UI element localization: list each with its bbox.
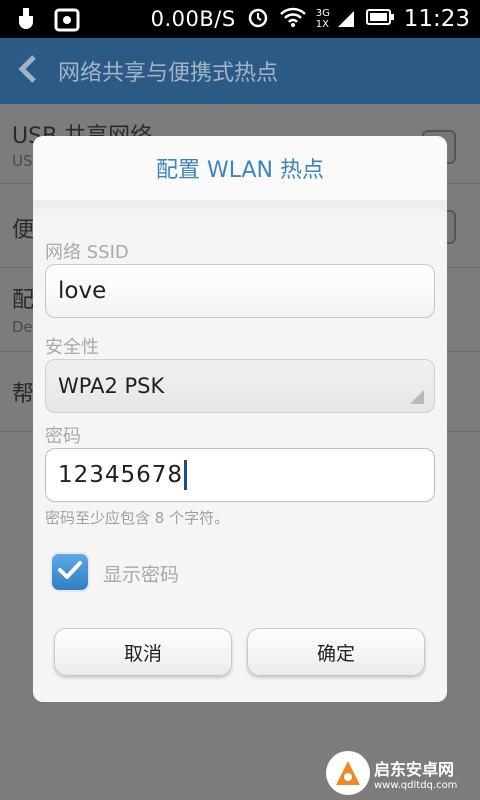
- alarm-clock-app-icon: [54, 6, 80, 36]
- alarm-icon: [246, 5, 270, 34]
- confirm-button-label: 确定: [316, 642, 355, 665]
- chevron-left-icon: [17, 54, 37, 88]
- setting-title: 便: [12, 218, 35, 243]
- clock: 11:23: [403, 6, 470, 32]
- status-bar: 0.00B/S 3G 1X 11:23: [0, 0, 480, 38]
- ssid-input[interactable]: love: [45, 264, 435, 318]
- watermark: 启东安卓网 www.qdltdq.com: [326, 748, 476, 798]
- text-cursor: [184, 460, 188, 490]
- ssid-label: 网络 SSID: [45, 242, 129, 263]
- divider: [33, 200, 447, 220]
- mobile-signal-icon: 3G 1X: [316, 8, 356, 30]
- usb-icon: [14, 6, 38, 36]
- setting-title: 配: [12, 288, 35, 313]
- watermark-name: 启东安卓网: [374, 759, 455, 779]
- password-input[interactable]: 12345678: [45, 448, 435, 502]
- dialog-title: 配置 WLAN 热点: [155, 158, 324, 183]
- security-select[interactable]: WPA2 PSK: [45, 359, 435, 413]
- wifi-icon: [279, 6, 306, 33]
- network-type: 3G 1X: [315, 8, 330, 30]
- setting-subtitle: US: [12, 152, 33, 170]
- cancel-button-label: 取消: [123, 642, 162, 665]
- cancel-button[interactable]: 取消: [54, 628, 232, 676]
- password-label: 密码: [45, 426, 81, 447]
- setting-subtitle: De: [12, 318, 33, 336]
- dropdown-corner-icon: [410, 390, 424, 404]
- network-speed: 0.00B/S: [150, 7, 236, 31]
- action-bar: 网络共享与便携式热点: [0, 38, 480, 104]
- configure-hotspot-dialog: 配置 WLAN 热点 网络 SSID love 安全性 WPA2 PSK 密码 …: [33, 136, 447, 702]
- show-password-checkbox[interactable]: [52, 554, 88, 590]
- security-value: WPA2 PSK: [58, 374, 165, 398]
- security-label: 安全性: [45, 337, 99, 358]
- checkmark-icon: [57, 559, 83, 585]
- watermark-domain: www.qdltdq.com: [374, 779, 458, 791]
- dialog-header: 配置 WLAN 热点: [33, 136, 447, 200]
- page-title: 网络共享与便携式热点: [58, 61, 279, 86]
- password-value: 12345678: [58, 462, 184, 488]
- battery-icon: [365, 7, 394, 31]
- password-hint: 密码至少应包含 8 个字符。: [45, 509, 230, 527]
- back-button[interactable]: [0, 38, 54, 104]
- watermark-logo-icon: [326, 751, 370, 795]
- show-password-label: 显示密码: [103, 564, 180, 586]
- ssid-value: love: [58, 278, 107, 304]
- setting-title: 帮: [12, 382, 35, 407]
- confirm-button[interactable]: 确定: [247, 628, 425, 676]
